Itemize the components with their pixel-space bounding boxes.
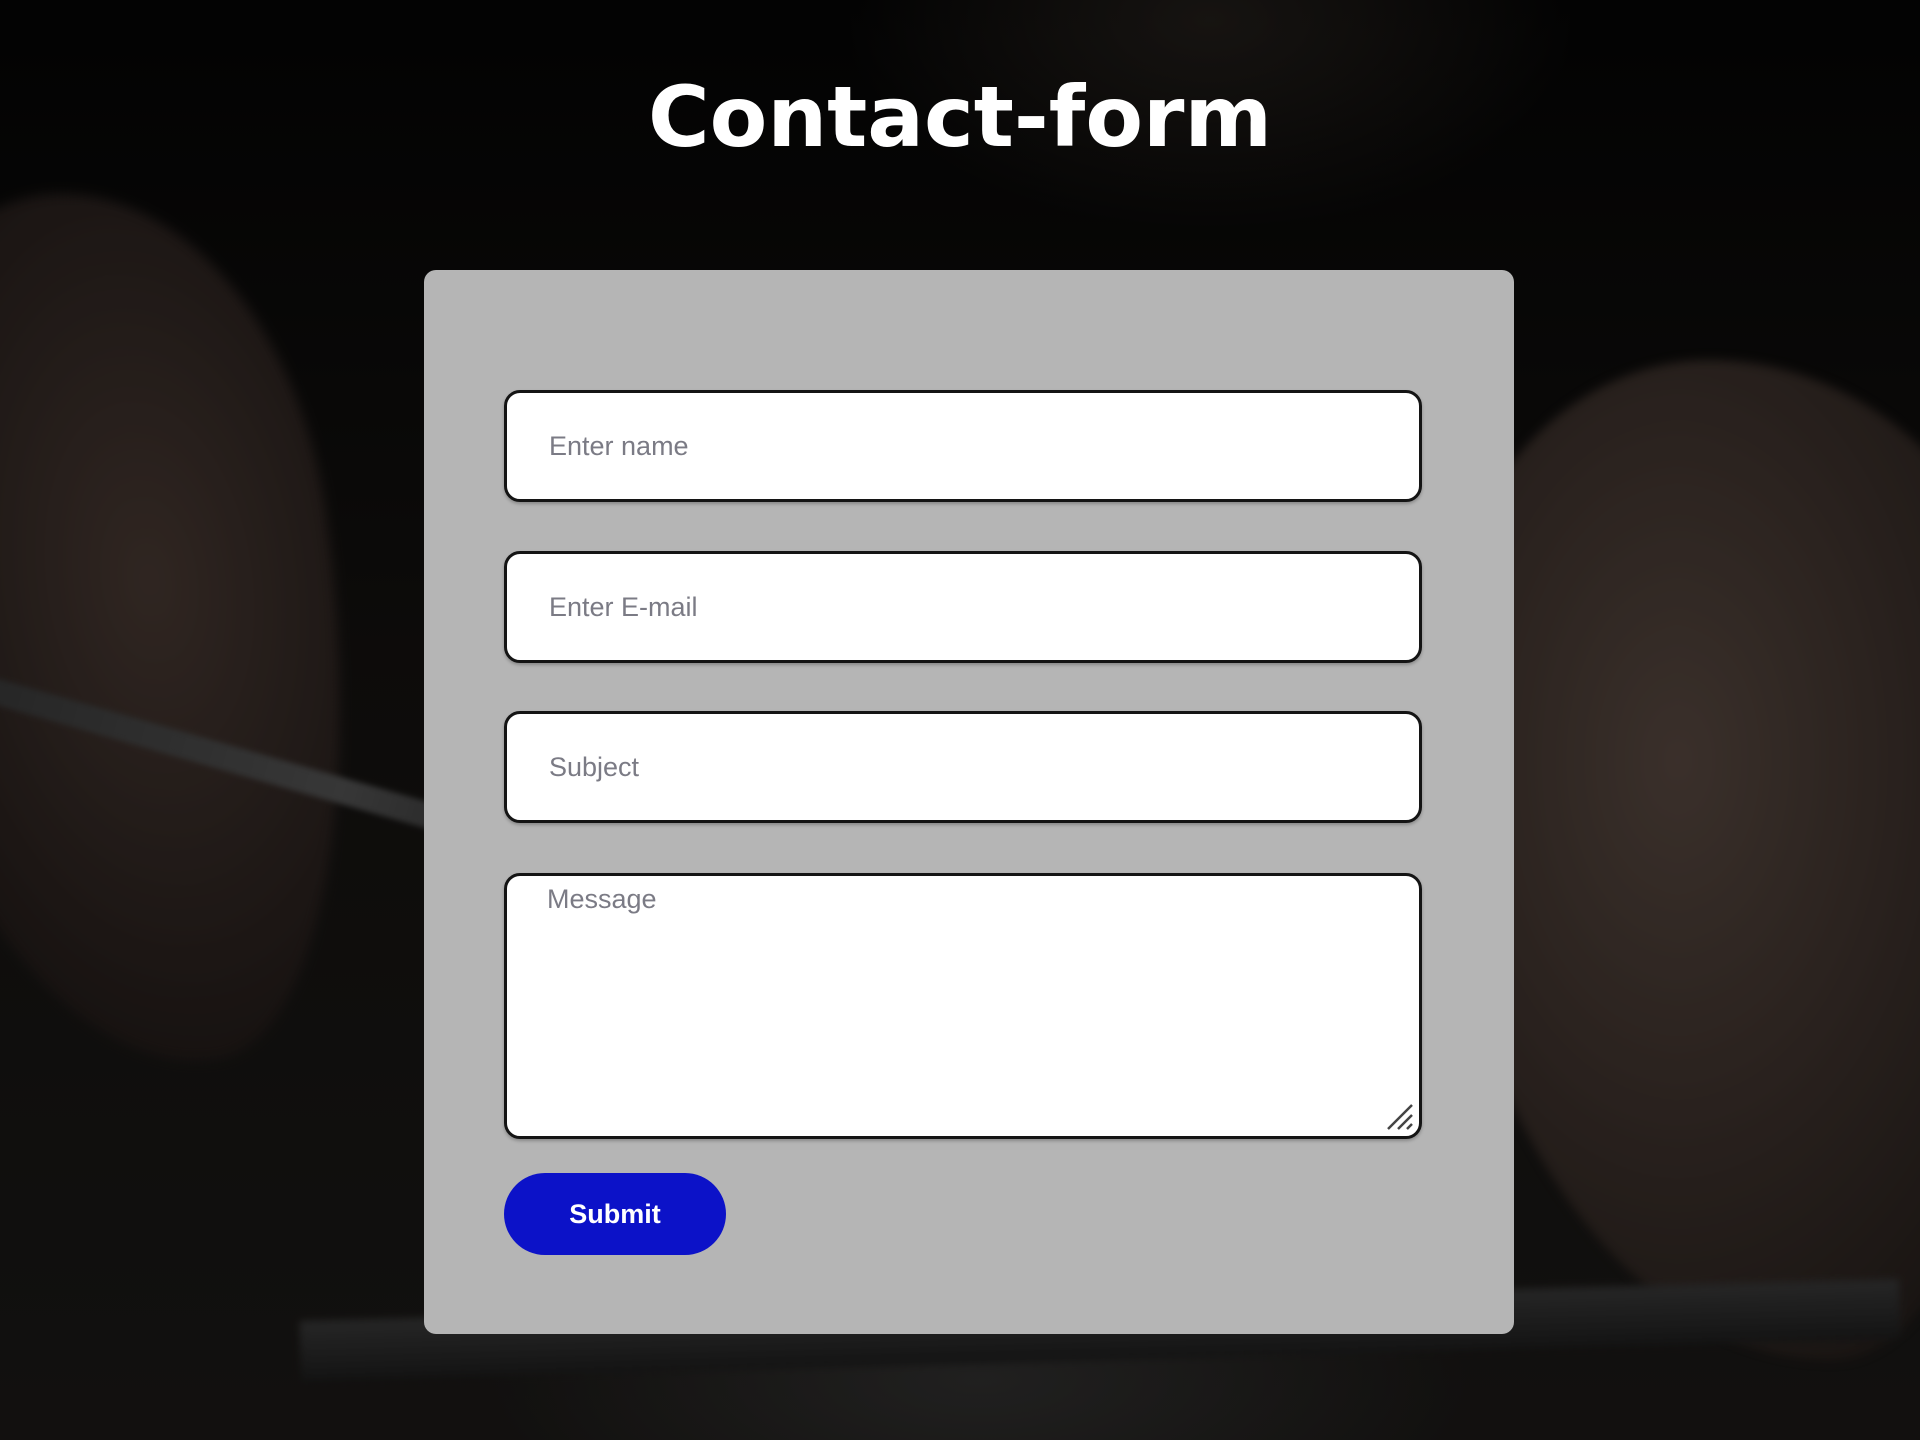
name-input[interactable]	[504, 390, 1422, 502]
contact-form-card: Submit	[424, 270, 1514, 1334]
message-textarea[interactable]	[504, 873, 1422, 1139]
email-input[interactable]	[504, 551, 1422, 663]
resize-handle-icon[interactable]	[1382, 1099, 1416, 1133]
submit-button[interactable]: Submit	[504, 1173, 726, 1255]
subject-input[interactable]	[504, 711, 1422, 823]
page-title: Contact-form	[647, 68, 1272, 166]
